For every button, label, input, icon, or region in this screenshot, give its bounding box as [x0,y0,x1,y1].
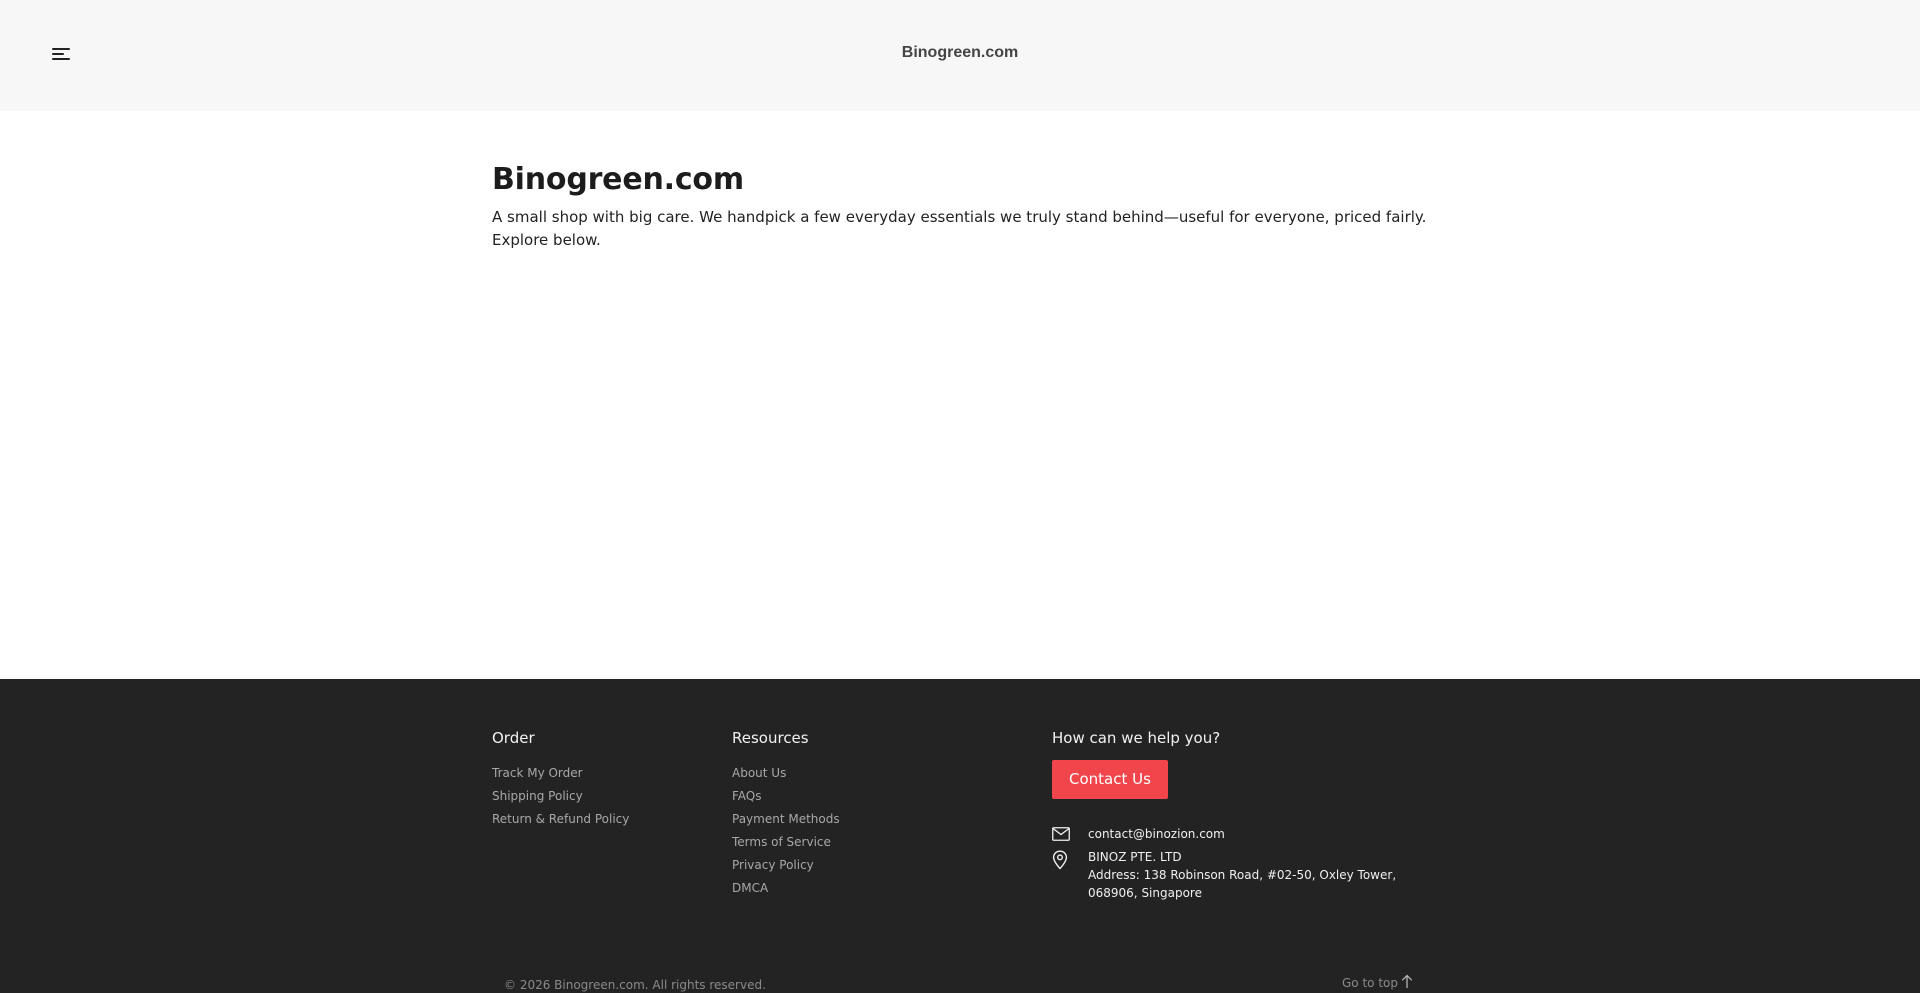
page-title: Binogreen.com [492,162,744,197]
intro-text: A small shop with big care. We handpick … [492,208,1427,249]
footer-order-column: Order Track My Order Shipping Policy Ret… [492,728,629,831]
location-pin-icon [1052,850,1068,875]
link-payment-methods[interactable]: Payment Methods [732,808,840,831]
link-return-refund-policy[interactable]: Return & Refund Policy [492,808,629,831]
link-dmca[interactable]: DMCA [732,877,840,900]
link-terms-of-service[interactable]: Terms of Service [732,831,840,854]
main-content: Binogreen.com A small shop with big care… [492,160,1432,252]
help-heading: How can we help you? [1052,729,1221,747]
footer-resources-column: Resources About Us FAQs Payment Methods … [732,728,840,900]
link-track-my-order[interactable]: Track My Order [492,762,629,785]
address-row: BINOZ PTE. LTD Address: 138 Robinson Roa… [1052,848,1432,902]
resources-heading: Resources [732,729,809,747]
mail-icon [1052,827,1070,846]
company-address: Address: 138 Robinson Road, #02-50, Oxle… [1088,868,1397,900]
go-to-top-label: Go to top [1342,976,1398,990]
link-privacy-policy[interactable]: Privacy Policy [732,854,840,877]
site-title[interactable]: Binogreen.com [0,44,1920,62]
contact-email[interactable]: contact@binozion.com [1088,827,1225,841]
company-name: BINOZ PTE. LTD [1088,850,1182,864]
contact-us-button[interactable]: Contact Us [1052,760,1168,799]
arrow-up-icon [1398,974,1413,990]
email-row: contact@binozion.com [1052,825,1432,843]
order-heading: Order [492,729,535,747]
site-header: Binogreen.com [0,0,1920,111]
link-faqs[interactable]: FAQs [732,785,840,808]
order-links: Track My Order Shipping Policy Return & … [492,762,629,831]
link-shipping-policy[interactable]: Shipping Policy [492,785,629,808]
go-to-top-link[interactable]: Go to top [1342,974,1413,990]
copyright-text: © 2026 Binogreen.com. All rights reserve… [504,978,766,992]
resources-links: About Us FAQs Payment Methods Terms of S… [732,762,840,900]
site-footer: Order Track My Order Shipping Policy Ret… [0,679,1920,993]
footer-help-column: How can we help you? Contact Us contact@… [1052,728,1432,902]
link-about-us[interactable]: About Us [732,762,840,785]
